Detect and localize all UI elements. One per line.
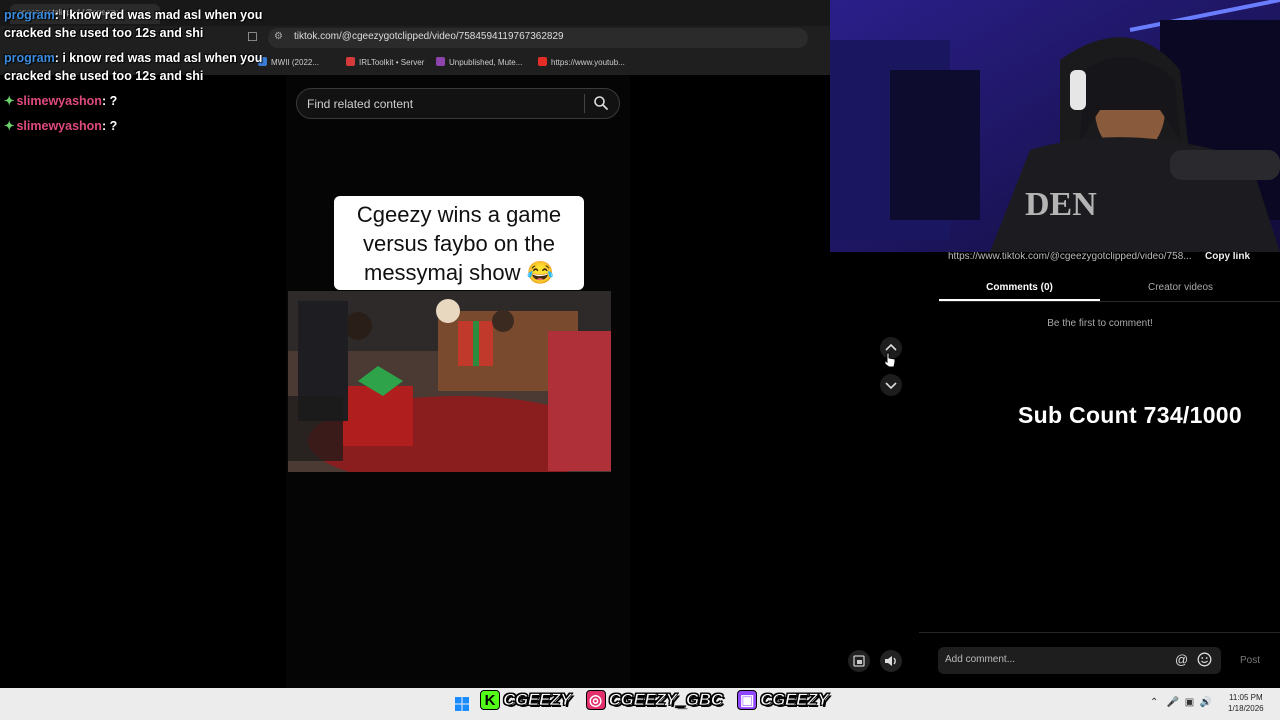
chat-username: program (4, 8, 55, 22)
clock-date: 1/18/2026 (1228, 704, 1264, 713)
copy-link-button[interactable]: Copy link (1205, 251, 1250, 262)
network-icon[interactable]: ▣ (1185, 697, 1194, 708)
taskbar-clock[interactable]: 11:05 PM 1/18/2026 (1228, 692, 1264, 714)
empty-comments-message: Be the first to comment! (1047, 318, 1153, 329)
emoji-icon[interactable] (1197, 652, 1212, 667)
address-bar[interactable]: tiktok.com/@cgeezygotclipped/video/75845… (268, 28, 808, 48)
windows-start-icon[interactable] (455, 697, 469, 711)
bookmark-favicon-icon (346, 57, 355, 66)
instagram-handle: ◎ CGEEZY_GBC (585, 690, 729, 710)
pip-button[interactable] (848, 650, 870, 672)
microphone-icon[interactable]: 🎤 (1167, 697, 1179, 708)
bookmark-favicon-icon (538, 57, 547, 66)
bookmark-item[interactable]: Unpublished, Mute... (436, 57, 522, 67)
share-url: https://www.tiktok.com/@cgeezygotclipped… (948, 251, 1192, 262)
tab-creator-videos[interactable]: Creator videos (1100, 282, 1261, 293)
post-button[interactable]: Post (1240, 655, 1260, 666)
twitch-icon: ▣ (737, 690, 758, 710)
hand-cursor-icon (884, 352, 896, 368)
bookmark-item[interactable]: https://www.youtub... (538, 57, 625, 67)
video-thumbnail (288, 291, 611, 472)
chat-message: ✦ slimewyashon: ? (4, 94, 118, 108)
chat-message: program: I know red was mad asl when you… (4, 8, 263, 40)
tab-divider (939, 301, 1280, 302)
video-caption: Cgeezy wins a game versus faybo on the m… (334, 196, 584, 290)
chat-username: slimewyashon (16, 119, 102, 133)
speaker-icon (885, 656, 896, 666)
comment-divider (919, 632, 1280, 633)
svg-text:DEN: DEN (1025, 186, 1097, 223)
chat-text: ? (109, 94, 118, 108)
sparkle-icon: ✦ (4, 94, 15, 108)
twitch-handle: ▣ CGEEZY (737, 690, 834, 710)
chat-message: program: i know red was mad asl when you… (4, 51, 263, 83)
instagram-icon: ◎ (585, 690, 606, 710)
webcam-feed: DEN (830, 0, 1280, 252)
chat-text: ? (109, 119, 118, 133)
chat-message: ✦ slimewyashon: ? (4, 119, 118, 133)
next-video-button[interactable] (880, 374, 902, 396)
chevron-down-icon (885, 382, 897, 390)
bookmark-item[interactable]: IRLToolkit • Server (346, 57, 424, 67)
search-divider (584, 94, 585, 113)
mention-icon[interactable]: @ (1175, 652, 1188, 667)
sparkle-icon: ✦ (4, 119, 15, 133)
search-input[interactable]: Find related content (296, 88, 620, 119)
active-tab-indicator (939, 299, 1100, 301)
stream-chat: program: I know red was mad asl when you… (4, 6, 304, 142)
video-player[interactable] (288, 291, 611, 472)
bookmark-favicon-icon (436, 57, 445, 66)
search-icon[interactable] (593, 95, 609, 111)
kick-icon: K (480, 690, 500, 710)
webcam-image: DEN (830, 0, 1280, 252)
kick-handle: K CGEEZY (480, 690, 577, 710)
clock-time: 11:05 PM (1228, 693, 1263, 702)
volume-icon[interactable]: 🔊 (1200, 697, 1212, 708)
chat-username: slimewyashon (16, 94, 102, 108)
system-tray: ⌃ 🎤 ▣ 🔊 (1150, 697, 1212, 708)
chat-username: program (4, 51, 55, 65)
sub-count-overlay: Sub Count 734/1000 (1018, 402, 1242, 428)
volume-button[interactable] (880, 650, 902, 672)
picture-in-picture-icon (853, 655, 865, 667)
chevron-up-icon[interactable]: ⌃ (1150, 697, 1158, 708)
comments-panel (919, 245, 1280, 688)
tab-comments[interactable]: Comments (0) (939, 282, 1100, 293)
social-handles-overlay: K CGEEZY ◎ CGEEZY_GBC ▣ CGEEZY (480, 690, 838, 718)
